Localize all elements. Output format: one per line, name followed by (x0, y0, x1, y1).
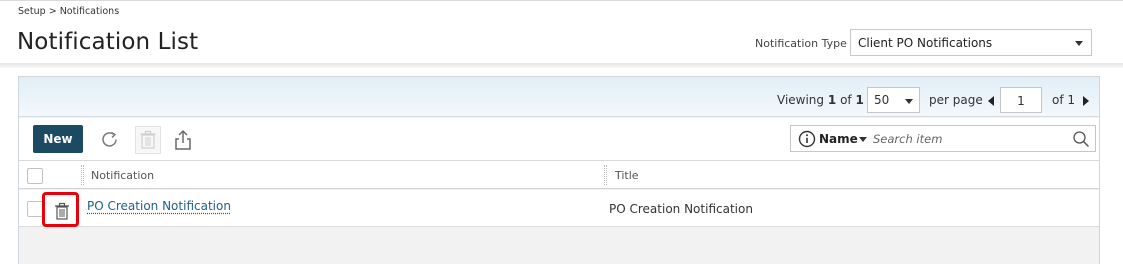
viewing-label: Viewing (777, 93, 825, 107)
search-box: Name (790, 125, 1096, 152)
column-header-title[interactable]: Title (615, 169, 639, 182)
notification-title-cell: PO Creation Notification (609, 202, 753, 216)
viewing-range-start: 1 (827, 93, 837, 107)
chevron-down-icon (1075, 41, 1083, 46)
magnifier-icon[interactable] (1072, 130, 1090, 152)
notification-grid-panel: Viewing 1 of 1 50 per page 1 of 1 New Na… (18, 76, 1100, 264)
refresh-icon[interactable] (100, 130, 120, 154)
page-title: Notification List (17, 29, 199, 55)
column-resize-handle[interactable] (81, 165, 84, 185)
chevron-down-icon[interactable] (859, 137, 867, 142)
next-page-icon[interactable] (1083, 96, 1089, 106)
per-page-label: per page (929, 93, 983, 107)
new-button[interactable]: New (33, 125, 83, 153)
column-header-notification[interactable]: Notification (91, 169, 154, 182)
column-resize-handle[interactable] (604, 165, 607, 185)
notification-type-select[interactable]: Client PO Notifications (850, 29, 1092, 56)
export-icon[interactable] (173, 129, 193, 155)
trash-icon[interactable] (135, 126, 161, 154)
breadcrumb-setup[interactable]: Setup (18, 6, 46, 17)
viewing-range-total: 1 (855, 93, 864, 107)
breadcrumb-separator: > (48, 6, 57, 17)
notification-type-value: Client PO Notifications (858, 36, 993, 50)
per-page-value: 50 (874, 93, 890, 107)
viewing-count: Viewing 1 of 1 (777, 93, 864, 107)
page-number-input[interactable]: 1 (1000, 87, 1042, 113)
previous-page-icon[interactable] (988, 96, 994, 106)
breadcrumb: Setup > Notifications (18, 6, 119, 17)
chevron-down-icon (905, 99, 913, 104)
row-delete-button[interactable] (42, 192, 79, 227)
viewing-of-label: of (840, 93, 852, 107)
table-row: PO Creation Notification PO Creation Not… (19, 190, 1099, 227)
notification-link[interactable]: PO Creation Notification (87, 199, 231, 213)
notification-type-label: Notification Type (755, 37, 847, 50)
per-page-select[interactable]: 50 (867, 87, 920, 113)
trash-icon (55, 202, 69, 220)
row-checkbox[interactable] (27, 201, 43, 217)
select-all-checkbox[interactable] (27, 168, 43, 184)
grid-header: Notification Title (19, 161, 1099, 189)
top-border (0, 0, 1123, 1)
breadcrumb-current: Notifications (59, 6, 120, 17)
page-total: of 1 (1052, 93, 1076, 107)
grid-toolbar: New Name Search item (19, 118, 1099, 161)
search-input[interactable] (873, 130, 1063, 148)
pager-bar: Viewing 1 of 1 50 per page 1 of 1 (19, 77, 1099, 117)
search-field-selector[interactable]: Name (819, 132, 858, 146)
page-divider (0, 63, 1123, 68)
info-icon[interactable] (798, 130, 816, 152)
